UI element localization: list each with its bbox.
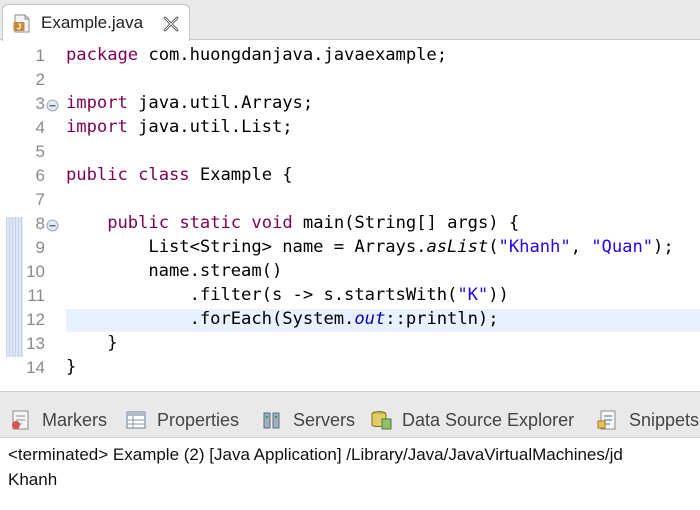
keyword: package (66, 45, 139, 65)
code-text: Example { (189, 165, 293, 185)
keyword: import (66, 117, 128, 137)
keyword: public (107, 213, 169, 233)
tab-title: Example.java (41, 13, 144, 32)
line-number: 11 (27, 286, 45, 305)
code-text: } (66, 333, 118, 353)
keyword: class (138, 165, 190, 185)
code-line: 8 public static void main(String[] args)… (0, 212, 700, 236)
close-icon[interactable] (161, 14, 181, 34)
line-number: 9 (35, 238, 45, 257)
java-file-icon: J (13, 14, 30, 33)
collapse-icon[interactable] (46, 99, 59, 112)
tab-label: Data Source Explorer (402, 410, 575, 430)
line-number: 14 (26, 358, 45, 377)
panel-sash[interactable] (0, 391, 700, 401)
bottom-view-tabs: Markers Properties Servers Data Source E… (0, 401, 700, 438)
code-line: 6 public class Example { (0, 164, 700, 188)
code-line: 4 import java.util.List; (0, 116, 700, 140)
line-number: 1 (35, 46, 45, 65)
keyword: import (66, 93, 128, 113)
string-literal: "Quan" (591, 237, 654, 257)
code-line: 2 (0, 68, 700, 92)
data-source-explorer-icon (371, 411, 392, 430)
current-code-line: 12 .forEach(System.out::println); (0, 308, 700, 332)
line-number: 3 (35, 94, 45, 113)
collapse-icon[interactable] (46, 219, 59, 232)
tab-label: Markers (42, 410, 108, 430)
line-number: 4 (35, 118, 45, 137)
line-number: 12 (26, 310, 45, 329)
code-text: main(String[] args) { (292, 213, 520, 233)
string-literal: "K" (457, 285, 489, 305)
code-line: 10 name.stream() (0, 260, 700, 284)
code-line: 5 (0, 140, 700, 164)
method-call: asList (426, 237, 489, 257)
line-number: 7 (35, 190, 45, 209)
code-text: com.huongdanjava.javaexample; (138, 45, 448, 65)
line-number: 6 (35, 166, 45, 185)
console-output: Khanh (8, 470, 58, 489)
keyword: void (251, 213, 293, 233)
tab-label: Snippets (629, 410, 700, 430)
console-view[interactable]: <terminated> Example (2) [Java Applicati… (0, 439, 700, 510)
code-line: 14 } (0, 356, 700, 380)
code-line: 1 package com.huongdanjava.javaexample; (0, 44, 700, 68)
code-text: .filter(s -> s.startsWith( (66, 285, 458, 305)
string-literal: "Khanh" (498, 237, 571, 257)
keyword: static (179, 213, 242, 233)
snippets-icon (597, 410, 616, 430)
tab-label: Servers (293, 410, 356, 430)
line-number: 2 (35, 70, 45, 89)
svg-text:J: J (17, 23, 21, 32)
code-line: 13 } (0, 332, 700, 356)
tab-label: Properties (157, 410, 240, 430)
code-text: java.util.Arrays; (127, 93, 314, 113)
editor-tab-example-java[interactable]: J Example.java (2, 4, 190, 41)
editor-tab-bar: J Example.java (0, 0, 700, 41)
keyword: public (66, 165, 128, 185)
markers-icon (12, 410, 29, 430)
code-text: name.stream() (66, 261, 283, 281)
line-number: 10 (26, 262, 45, 281)
servers-icon (263, 412, 280, 429)
console-status: <terminated> Example (2) [Java Applicati… (8, 445, 623, 464)
code-text: } (66, 357, 77, 377)
code-editor[interactable]: 1 package com.huongdanjava.javaexample; … (0, 41, 700, 391)
code-line: 7 (0, 188, 700, 212)
code-text: .forEach(System. (66, 309, 355, 329)
static-field: out (354, 309, 386, 329)
code-line: 9 List<String> name = Arrays.asList("Kha… (0, 236, 700, 260)
line-number: 5 (35, 142, 45, 161)
code-line: 3 import java.util.Arrays; (0, 92, 700, 116)
properties-icon (126, 411, 146, 429)
code-line: 11 .filter(s -> s.startsWith("K")) (0, 284, 700, 308)
code-text: List<String> name = Arrays. (148, 237, 427, 257)
line-number: 13 (26, 334, 45, 353)
code-text: java.util.List; (127, 117, 293, 137)
line-number: 8 (35, 214, 45, 233)
